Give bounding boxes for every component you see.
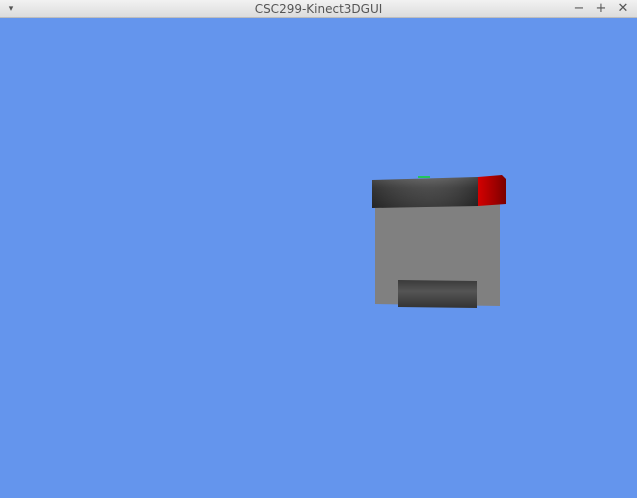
scene-canvas bbox=[0, 18, 637, 498]
window-title: CSC299-Kinect3DGUI bbox=[254, 2, 383, 16]
title-bar[interactable]: ▾ CSC299-Kinect3DGUI − + ✕ bbox=[0, 0, 637, 18]
minimize-icon[interactable]: − bbox=[571, 0, 587, 18]
red-block bbox=[478, 175, 506, 206]
top-bar-shading bbox=[372, 177, 478, 208]
close-icon[interactable]: ✕ bbox=[615, 0, 631, 18]
green-marker bbox=[418, 176, 430, 178]
3d-viewport[interactable] bbox=[0, 18, 637, 498]
bottom-bar bbox=[398, 280, 477, 308]
scene-background bbox=[0, 18, 637, 498]
app-window: ▾ CSC299-Kinect3DGUI − + ✕ bbox=[0, 0, 637, 498]
maximize-icon[interactable]: + bbox=[593, 0, 609, 18]
